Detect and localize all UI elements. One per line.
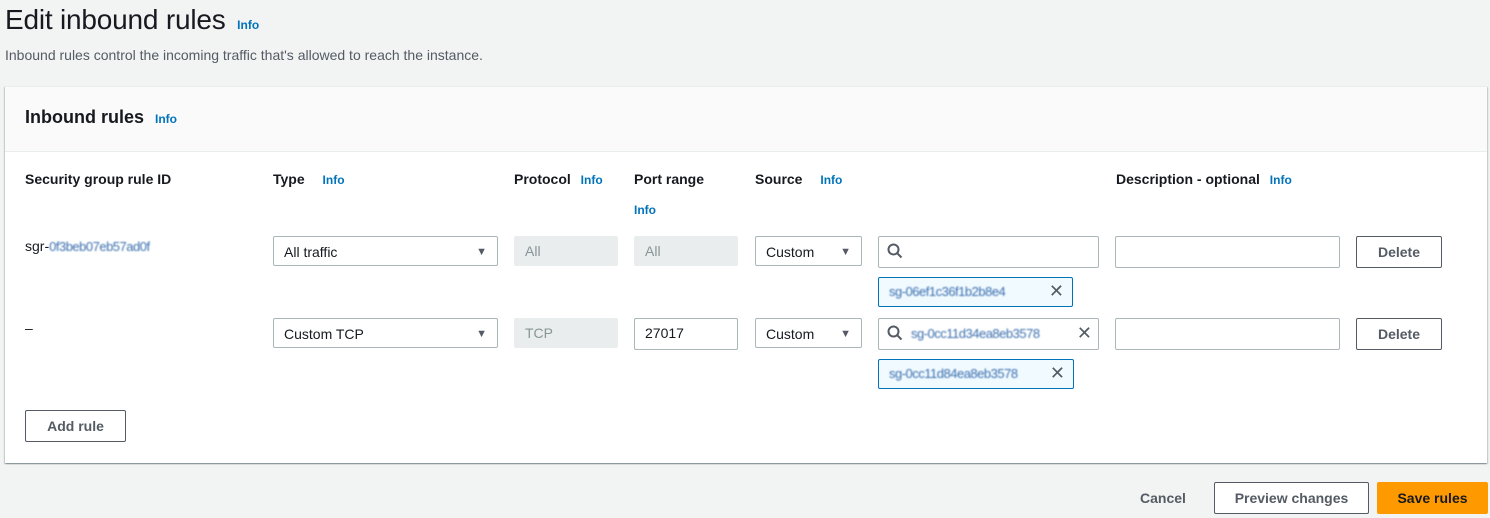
- source-select[interactable]: Custom ▼: [755, 236, 862, 266]
- description-info-link[interactable]: Info: [1270, 173, 1292, 187]
- caret-down-icon: ▼: [476, 328, 487, 340]
- rule-id: –: [25, 320, 33, 336]
- protocol-field: All: [514, 236, 618, 266]
- type-select[interactable]: All traffic ▼: [273, 236, 498, 266]
- preview-changes-button[interactable]: Preview changes: [1214, 482, 1369, 514]
- source-token-label: sg-06ef1c36f1b2b8e4: [889, 284, 1006, 299]
- col-header-type-label: Type: [273, 171, 305, 187]
- col-header-rule-id: Security group rule ID: [25, 171, 171, 187]
- card-info-link[interactable]: Info: [155, 112, 177, 126]
- source-select[interactable]: Custom ▼: [755, 318, 862, 348]
- type-select-value: All traffic: [284, 244, 338, 260]
- source-token: sg-06ef1c36f1b2b8e4 ✕: [878, 277, 1073, 307]
- search-icon: [887, 243, 903, 259]
- col-header-port-range: Port range: [634, 171, 704, 187]
- caret-down-icon: ▼: [840, 246, 851, 258]
- col-header-description: Description - optional Info: [1116, 171, 1292, 187]
- col-header-protocol: Protocol Info: [514, 171, 603, 187]
- port-range-input[interactable]: 27017: [634, 318, 738, 350]
- remove-token-icon[interactable]: ✕: [1049, 281, 1064, 301]
- search-icon: [887, 325, 903, 341]
- card-title-text: Inbound rules: [25, 107, 144, 127]
- page-title: Edit inbound rules Info: [5, 4, 259, 36]
- type-select-value: Custom TCP: [284, 326, 364, 342]
- inbound-rules-card: Inbound rules Info Security group rule I…: [5, 86, 1487, 463]
- type-info-link[interactable]: Info: [323, 173, 345, 187]
- source-select-value: Custom: [766, 326, 815, 342]
- protocol-field: TCP: [514, 318, 618, 348]
- caret-down-icon: ▼: [476, 246, 487, 258]
- card-header: Inbound rules Info: [5, 87, 1487, 152]
- col-header-port-range-label: Port range: [634, 171, 705, 187]
- add-rule-button[interactable]: Add rule: [25, 410, 126, 442]
- page-title-text: Edit inbound rules: [5, 4, 226, 35]
- protocol-info-link[interactable]: Info: [581, 173, 603, 187]
- source-search-input[interactable]: sg-0cc11d34ea8eb3578 ✕: [878, 318, 1099, 350]
- source-token-label: sg-0cc11d84ea8eb3578: [889, 366, 1018, 381]
- col-header-protocol-label: Protocol: [514, 171, 571, 187]
- page-title-info-link[interactable]: Info: [237, 18, 259, 32]
- clear-search-icon[interactable]: ✕: [1077, 323, 1092, 343]
- caret-down-icon: ▼: [840, 328, 851, 340]
- cancel-button[interactable]: Cancel: [1140, 490, 1186, 506]
- card-title: Inbound rules Info: [25, 107, 177, 128]
- source-token: sg-0cc11d84ea8eb3578 ✕: [878, 359, 1074, 389]
- description-input[interactable]: [1115, 318, 1340, 350]
- source-info-link[interactable]: Info: [820, 173, 842, 187]
- port-range-info-link[interactable]: Info: [634, 203, 656, 217]
- description-input[interactable]: [1115, 236, 1340, 268]
- page-description: Inbound rules control the incoming traff…: [5, 47, 483, 63]
- source-search-input[interactable]: [878, 236, 1099, 268]
- rule-id-redacted: 0f3beb07eb57ad0f: [49, 239, 150, 254]
- col-header-rule-id-label: Security group rule ID: [25, 171, 172, 187]
- source-select-value: Custom: [766, 244, 815, 260]
- port-range-field: All: [634, 236, 738, 266]
- remove-token-icon[interactable]: ✕: [1050, 363, 1065, 383]
- delete-rule-button[interactable]: Delete: [1356, 318, 1442, 350]
- source-search-value: sg-0cc11d34ea8eb3578: [911, 326, 1040, 341]
- rule-id-text: sgr-0f3beb07eb57ad0f: [25, 238, 150, 254]
- type-select[interactable]: Custom TCP ▼: [273, 318, 498, 348]
- col-header-type: Type Info: [273, 171, 345, 187]
- col-header-description-label: Description - optional: [1116, 171, 1260, 187]
- save-rules-button[interactable]: Save rules: [1377, 482, 1488, 514]
- col-header-source-label: Source: [755, 171, 803, 187]
- delete-rule-button[interactable]: Delete: [1356, 236, 1442, 268]
- rule-id: sgr-0f3beb07eb57ad0f: [25, 238, 150, 254]
- col-header-source: Source Info: [755, 171, 842, 187]
